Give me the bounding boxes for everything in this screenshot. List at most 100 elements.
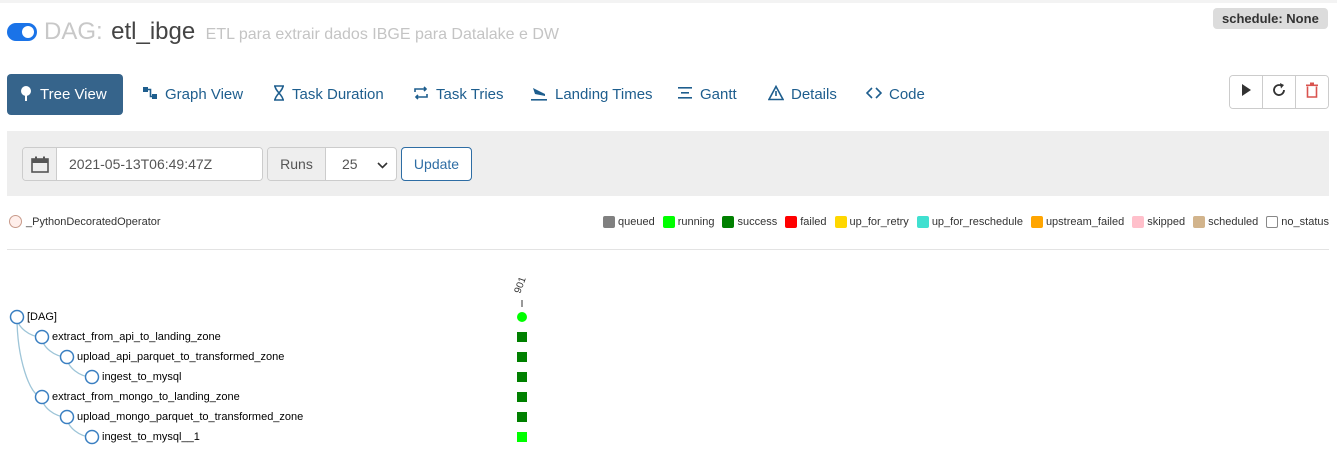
repeat-icon [413,85,429,105]
legend-item-running: running [662,216,715,228]
refresh-icon [1271,82,1287,103]
legend-label: success [737,216,778,228]
task-instance-status[interactable] [517,392,527,402]
code-icon [865,85,883,105]
legend-item-upstream-failed: upstream_failed [1030,216,1125,228]
tab-code[interactable]: Code [854,74,937,115]
dag-actions [1229,75,1329,109]
legend-label: up_for_reschedule [931,216,1023,228]
task-instance-status[interactable] [517,352,527,362]
dag-node-label[interactable]: [DAG] [27,310,57,324]
tree-node-circle[interactable] [84,369,100,385]
chevron-down-icon [377,156,388,172]
operator-legend: _PythonDecoratedOperator [9,215,161,228]
state-legend: queued running success failed up_for_retry up… [595,216,1329,228]
legend-item-no-status: no_status [1266,216,1329,228]
legend-swatch [834,216,847,228]
legend-swatch [662,216,675,228]
legend-item-success: success [722,216,777,228]
tab-gantt[interactable]: Gantt [665,74,749,115]
legend-swatch [722,216,735,228]
warning-triangle-icon [767,84,785,105]
legend-swatch [785,216,798,228]
tree-node-circle[interactable] [59,409,75,425]
legend-item-scheduled: scheduled [1193,216,1258,228]
legend-label: running [677,216,715,228]
update-button[interactable]: Update [401,147,472,181]
trigger-dag-button[interactable] [1230,76,1263,108]
tab-landing-times[interactable]: Landing Times [518,74,665,115]
task-instance-status[interactable] [517,372,527,382]
play-icon [1240,83,1252,102]
plane-landing-icon [530,85,548,105]
tab-graph-view[interactable]: Graph View [130,74,255,115]
legend-label: skipped [1147,216,1186,228]
task-node-label[interactable]: ingest_to_mysql [102,370,182,384]
tree-node-circle[interactable] [84,429,100,445]
tab-task-tries[interactable]: Task Tries [401,74,516,115]
legend-swatch [1193,216,1206,228]
legend-item-up-for-retry: up_for_retry [834,216,909,228]
legend-swatch [1030,216,1043,228]
task-node-label[interactable]: upload_api_parquet_to_transformed_zone [77,350,284,364]
tree-filter-form: Runs 25 Update [7,131,1329,196]
task-node-label[interactable]: extract_from_api_to_landing_zone [52,330,221,344]
page-title: DAG: etl_ibge ETL para extrair dados IBG… [44,17,559,50]
legend-swatch [1132,216,1145,228]
runs-group: Runs 25 [267,147,397,181]
task-node-label[interactable]: upload_mongo_parquet_to_transformed_zone [77,410,303,424]
task-instance-status[interactable] [517,332,527,342]
tree-link [16,316,43,398]
tree-node-circle[interactable] [34,329,50,345]
legend-label: upstream_failed [1045,216,1125,228]
task-instance-status[interactable] [517,412,527,422]
legend-label: scheduled [1208,216,1259,228]
dag-run-status[interactable] [517,312,527,322]
base-date-group [22,147,263,181]
calendar-icon[interactable] [23,148,57,180]
task-node-label[interactable]: extract_from_mongo_to_landing_zone [52,390,240,404]
tab-label: Code [889,86,925,103]
tree-node-circle[interactable] [9,309,25,325]
tree-node-circle[interactable] [34,389,50,405]
tab-label: Landing Times [555,86,653,103]
operator-legend-label: _PythonDecoratedOperator [26,215,161,228]
dag-pause-toggle[interactable] [7,23,37,41]
tab-label: Details [791,86,837,103]
legend-label: failed [800,216,827,228]
tab-details[interactable]: Details [756,74,849,115]
legend-item-skipped: skipped [1132,216,1185,228]
toggle-knob [22,26,34,38]
num-runs-value: 25 [342,156,358,172]
legend-label: up_for_retry [849,216,909,228]
hourglass-icon [273,84,285,105]
tab-label: Task Tries [436,86,504,103]
refresh-dag-button[interactable] [1263,76,1296,108]
tab-task-duration[interactable]: Task Duration [261,74,396,115]
legend-label: no_status [1281,216,1329,228]
legend-swatch [603,216,616,228]
dag-description: ETL para extrair dados IBGE para Datalak… [205,26,560,43]
legend-swatch [916,216,929,228]
schedule-badge: schedule: None [1213,8,1328,29]
tree-node-circle[interactable] [59,349,75,365]
tree-icon [19,85,33,105]
dag-prefix: DAG: [44,18,103,45]
tab-label: Tree View [40,86,107,103]
num-runs-select[interactable]: 25 [326,148,396,180]
tree-view: 901 [DAG] extract_from_api_to_landing_zone… [0,260,600,453]
legend-item-failed: failed [785,216,827,228]
task-instance-status[interactable] [517,432,527,442]
base-date-input[interactable] [57,148,262,180]
legend-item-queued: queued [603,216,655,228]
graph-icon [142,85,158,105]
delete-dag-button[interactable] [1296,76,1328,108]
top-strip [0,0,1337,3]
divider [7,249,1329,250]
tab-label: Graph View [165,86,244,103]
operator-color-swatch [9,215,22,228]
tab-label: Task Duration [292,86,384,103]
tab-tree-view[interactable]: Tree View [7,74,123,115]
legend-swatch [1266,216,1279,228]
task-node-label[interactable]: ingest_to_mysql__1 [102,430,200,444]
